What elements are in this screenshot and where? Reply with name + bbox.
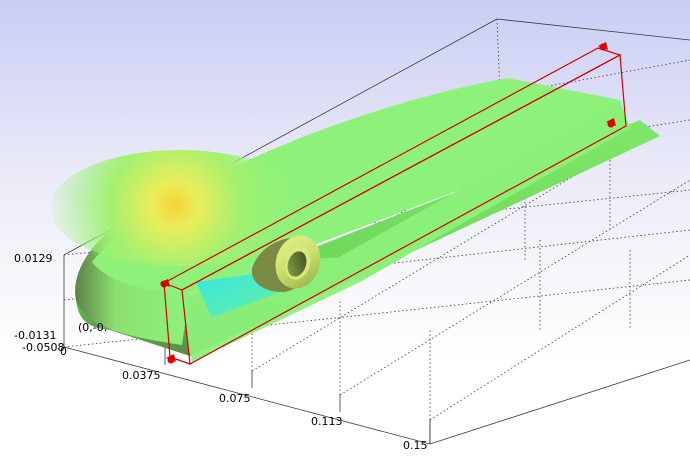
x-tick-2: 0.075 xyxy=(219,392,251,405)
red-dragger-handle-icon[interactable] xyxy=(598,42,608,51)
3d-viewport[interactable]: 0.0129 (0,-0. -0.0131 -0.0508 0 0.0375 0… xyxy=(0,0,690,476)
z-tick-top: 0.0129 xyxy=(14,252,53,265)
origin-zero-label: 0 xyxy=(60,345,67,358)
scene-canvas[interactable]: 0.0129 (0,-0. -0.0131 -0.0508 0 0.0375 0… xyxy=(0,0,690,476)
x-tick-4: 0.15 xyxy=(403,439,428,452)
red-dragger-handle-icon[interactable] xyxy=(166,354,176,364)
origin-partial-label: (0,-0. xyxy=(78,321,107,334)
x-tick-1: 0.0375 xyxy=(122,369,161,382)
y-tick-min: -0.0508 xyxy=(22,341,64,354)
wing-surface[interactable] xyxy=(50,78,660,362)
x-tick-3: 0.113 xyxy=(311,415,343,428)
